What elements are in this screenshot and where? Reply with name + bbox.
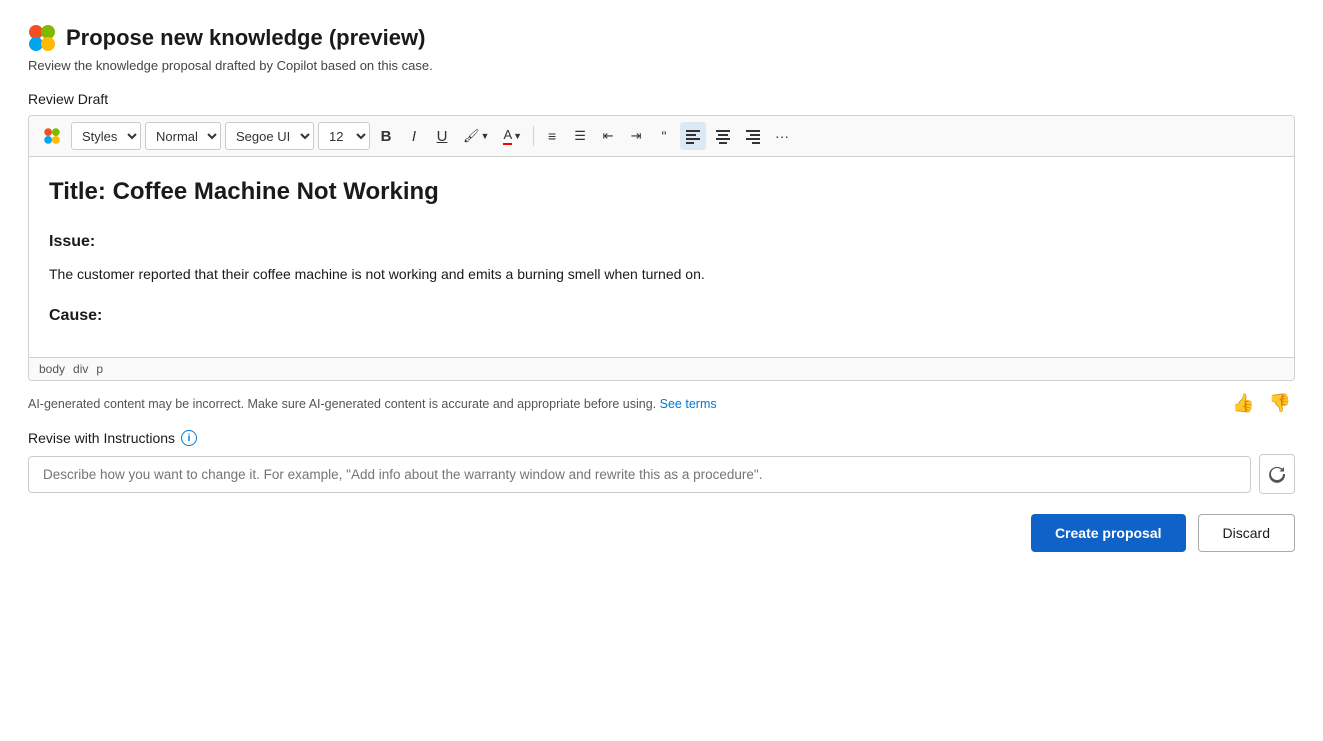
align-center-button[interactable] <box>710 122 736 150</box>
thumbs-down-button[interactable]: 👎 <box>1265 391 1295 416</box>
editor-container: Styles Normal Segoe UI 12 B I U 🖌▼ A▼ ≡ … <box>28 115 1295 381</box>
revise-input-row <box>28 454 1295 494</box>
thumbs-up-button[interactable]: 👍 <box>1228 391 1258 416</box>
styles-dropdown[interactable]: Styles <box>71 122 141 150</box>
revise-info-icon: i <box>181 430 197 446</box>
ai-disclaimer-link[interactable]: See terms <box>660 397 717 411</box>
editor-issue-text: The customer reported that their coffee … <box>49 263 1274 285</box>
status-body: body <box>39 362 65 376</box>
italic-button[interactable]: I <box>402 122 426 150</box>
revise-refresh-button[interactable] <box>1259 454 1295 494</box>
editor-doc-title: Title: Coffee Machine Not Working <box>49 173 1274 211</box>
editor-body[interactable]: Title: Coffee Machine Not Working Issue:… <box>29 157 1294 357</box>
align-left-button[interactable] <box>680 122 706 150</box>
editor-issue-label: Issue: <box>49 229 1274 255</box>
status-p: p <box>96 362 103 376</box>
ai-disclaimer: AI-generated content may be incorrect. M… <box>28 391 1295 416</box>
bold-button[interactable]: B <box>374 122 398 150</box>
ai-disclaimer-text: AI-generated content may be incorrect. M… <box>28 397 1216 411</box>
underline-button[interactable]: U <box>430 122 454 150</box>
editor-status-bar: body div p <box>29 357 1294 380</box>
text-color-button[interactable]: A▼ <box>498 122 527 150</box>
editor-toolbar: Styles Normal Segoe UI 12 B I U 🖌▼ A▼ ≡ … <box>29 116 1294 157</box>
discard-button[interactable]: Discard <box>1198 514 1295 552</box>
editor-cause-label: Cause: <box>49 303 1274 329</box>
revise-label-row: Revise with Instructions i <box>28 430 1295 446</box>
feedback-buttons: 👍 👎 <box>1228 391 1295 416</box>
revise-section: Revise with Instructions i <box>28 430 1295 494</box>
action-buttons: Create proposal Discard <box>28 514 1295 552</box>
font-size-dropdown[interactable]: 12 <box>318 122 370 150</box>
ai-disclaimer-main: AI-generated content may be incorrect. M… <box>28 397 656 411</box>
outdent-button[interactable]: ⇤ <box>596 122 620 150</box>
paragraph-style-dropdown[interactable]: Normal <box>145 122 221 150</box>
toolbar-divider-1 <box>533 126 534 146</box>
subtitle: Review the knowledge proposal drafted by… <box>28 58 1295 73</box>
bullets-button[interactable]: ≡ <box>540 122 564 150</box>
numbered-list-button[interactable]: ☰ <box>568 122 592 150</box>
copilot-toolbar-btn[interactable] <box>37 122 67 150</box>
status-div: div <box>73 362 88 376</box>
indent-button[interactable]: ⇥ <box>624 122 648 150</box>
revise-label: Revise with Instructions <box>28 430 175 446</box>
page-title: Propose new knowledge (preview) <box>66 25 425 51</box>
copilot-icon <box>28 24 56 52</box>
title-row: Propose new knowledge (preview) <box>28 24 1295 52</box>
highlight-color-button[interactable]: 🖌▼ <box>458 122 494 150</box>
review-draft-label: Review Draft <box>28 91 1295 107</box>
font-dropdown[interactable]: Segoe UI <box>225 122 314 150</box>
create-proposal-button[interactable]: Create proposal <box>1031 514 1186 552</box>
align-right-button[interactable] <box>740 122 766 150</box>
quote-button[interactable]: " <box>652 122 676 150</box>
more-options-button[interactable]: ··· <box>770 122 794 150</box>
header-area: Propose new knowledge (preview) Review t… <box>28 24 1295 73</box>
revise-instructions-input[interactable] <box>28 456 1251 493</box>
